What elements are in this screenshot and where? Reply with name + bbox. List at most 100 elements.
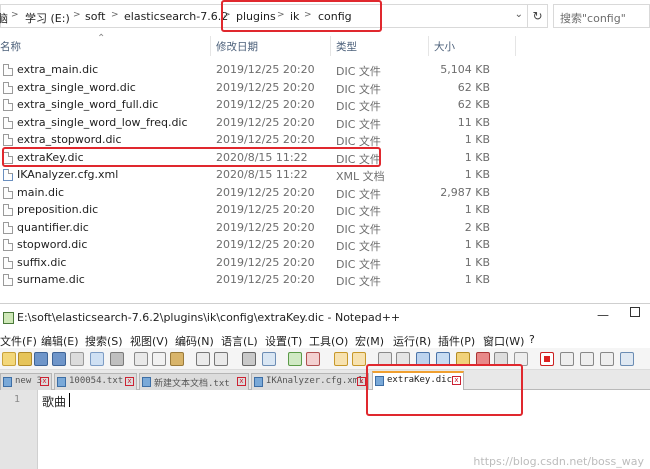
close-icon[interactable]: x	[237, 377, 246, 386]
file-size: 2 KB	[464, 220, 490, 234]
copy-icon[interactable]	[152, 352, 166, 366]
file-date: 2019/12/25 20:20	[216, 63, 315, 76]
close-icon[interactable]: x	[40, 377, 49, 386]
editor-line[interactable]: 歌曲	[42, 393, 66, 410]
save-icon[interactable]	[34, 352, 48, 366]
breadcrumb-separator-icon: >	[11, 10, 19, 20]
file-row[interactable]: IKAnalyzer.cfg.xml 2020/8/15 11:22 XML 文…	[0, 166, 650, 184]
menu-window[interactable]: 窗口(W)	[483, 333, 524, 349]
run-macro-multiple-icon[interactable]	[600, 352, 614, 366]
file-name: extra_single_word.dic	[17, 80, 136, 94]
menu-file[interactable]: 文件(F)	[0, 333, 37, 349]
tab-new-3[interactable]: new 3 x	[0, 373, 52, 390]
menu-tools[interactable]: 工具(O)	[309, 333, 348, 349]
file-tab-icon	[254, 377, 263, 387]
replace-icon[interactable]	[262, 352, 276, 366]
file-size: 1 KB	[464, 133, 490, 146]
record-macro-icon[interactable]	[540, 352, 554, 366]
menu-language[interactable]: 语言(L)	[221, 333, 258, 349]
file-row[interactable]: extra_single_word_low_freq.dic 2019/12/2…	[0, 114, 650, 132]
column-size[interactable]: 大小	[434, 39, 455, 54]
file-type: DIC 文件	[336, 222, 381, 236]
file-row[interactable]: stopword.dic 2019/12/25 20:20 DIC 文件 1 K…	[0, 236, 650, 254]
tab-100054[interactable]: 100054.txt x	[54, 373, 137, 390]
menu-search[interactable]: 搜索(S)	[85, 333, 123, 349]
file-icon	[3, 64, 13, 76]
cut-icon[interactable]	[134, 352, 148, 366]
menu-encoding[interactable]: 编码(N)	[175, 333, 214, 349]
column-divider[interactable]	[428, 36, 429, 56]
find-icon[interactable]	[242, 352, 256, 366]
open-folder-icon[interactable]	[18, 352, 32, 366]
breadcrumb-root[interactable]: 脑	[0, 10, 8, 26]
menu-run[interactable]: 运行(R)	[393, 333, 431, 349]
file-row[interactable]: quantifier.dic 2019/12/25 20:20 DIC 文件 2…	[0, 219, 650, 237]
file-row[interactable]: extra_single_word_full.dic 2019/12/25 20…	[0, 96, 650, 114]
breadcrumb-elasticsearch[interactable]: elasticsearch-7.6.2	[124, 10, 228, 23]
file-row[interactable]: extra_stopword.dic 2019/12/25 20:20 DIC …	[0, 131, 650, 149]
menu-macro[interactable]: 宏(M)	[355, 333, 384, 349]
tab-ikanalyzer-cfg[interactable]: IKAnalyzer.cfg.xml x	[251, 373, 369, 390]
stop-macro-icon[interactable]	[560, 352, 574, 366]
column-date[interactable]: 修改日期	[216, 39, 258, 54]
tab-bar: new 3 x 100054.txt x 新建文本文档.txt x IKAnal…	[0, 370, 650, 391]
breadcrumb-soft[interactable]: soft	[85, 10, 105, 23]
minimize-icon[interactable]: —	[597, 308, 609, 322]
tab-new-text-doc[interactable]: 新建文本文档.txt x	[139, 373, 249, 390]
file-icon	[3, 221, 13, 234]
window-title-bar[interactable]: E:\soft\elasticsearch-7.6.2\plugins\ik\c…	[0, 304, 650, 331]
menu-edit[interactable]: 编辑(E)	[41, 333, 79, 349]
menu-plugins[interactable]: 插件(P)	[438, 333, 475, 349]
text-caret	[69, 393, 70, 407]
menu-view[interactable]: 视图(V)	[130, 333, 168, 349]
breadcrumb-drive[interactable]: 学习 (E:)	[25, 10, 70, 26]
breadcrumb-separator-icon: >	[73, 10, 81, 20]
menu-settings[interactable]: 设置(T)	[265, 333, 302, 349]
zoom-in-icon[interactable]	[288, 352, 302, 366]
refresh-icon[interactable]: ↻	[528, 4, 548, 28]
print-icon[interactable]	[110, 352, 124, 366]
play-macro-icon[interactable]	[580, 352, 594, 366]
save-macro-icon[interactable]	[620, 352, 634, 366]
file-size: 11 KB	[457, 115, 490, 129]
column-divider[interactable]	[515, 36, 516, 56]
column-divider[interactable]	[330, 36, 331, 56]
paste-icon[interactable]	[170, 352, 184, 366]
undo-icon[interactable]	[196, 352, 210, 366]
close-all-icon[interactable]	[90, 352, 104, 366]
file-row[interactable]: surname.dic 2019/12/25 20:20 DIC 文件 1 KB	[0, 271, 650, 289]
save-all-icon[interactable]	[52, 352, 66, 366]
redo-icon[interactable]	[214, 352, 228, 366]
file-row[interactable]: suffix.dic 2019/12/25 20:20 DIC 文件 1 KB	[0, 254, 650, 272]
file-row[interactable]: preposition.dic 2019/12/25 20:20 DIC 文件 …	[0, 201, 650, 219]
close-icon[interactable]: x	[125, 377, 134, 386]
file-row[interactable]: extra_single_word.dic 2019/12/25 20:20 D…	[0, 79, 650, 97]
zoom-out-icon[interactable]	[306, 352, 320, 366]
column-type[interactable]: 类型	[336, 39, 357, 54]
file-row[interactable]: main.dic 2019/12/25 20:20 DIC 文件 2,987 K…	[0, 184, 650, 202]
close-icon[interactable]: x	[357, 377, 366, 386]
editor-area[interactable]: 1 歌曲 https://blog.csdn.net/boss_way	[0, 390, 650, 469]
menu-help[interactable]: ?	[529, 333, 535, 346]
sync-scroll-icon[interactable]	[334, 352, 348, 366]
sync-horizontal-icon[interactable]	[352, 352, 366, 366]
file-type: DIC 文件	[336, 65, 381, 78]
chevron-down-icon[interactable]: ⌄	[515, 9, 523, 20]
new-file-icon[interactable]	[2, 352, 16, 366]
annotation-highlight-file	[2, 147, 381, 167]
maximize-icon[interactable]	[630, 307, 640, 317]
file-name: stopword.dic	[17, 238, 88, 251]
file-row[interactable]: extra_main.dic 2019/12/25 20:20 DIC 文件 5…	[0, 61, 650, 79]
close-file-icon[interactable]	[70, 352, 84, 366]
file-date: 2019/12/25 20:20	[216, 133, 315, 146]
tab-label: new 3	[15, 376, 43, 386]
search-input[interactable]: 搜索"config"	[553, 4, 650, 28]
file-icon	[3, 256, 13, 269]
file-date: 2019/12/25 20:20	[216, 255, 315, 269]
file-name: extra_single_word_full.dic	[17, 98, 159, 111]
column-divider[interactable]	[210, 36, 211, 56]
column-name[interactable]: 名称	[0, 39, 21, 54]
file-type: DIC 文件	[336, 117, 381, 131]
file-date: 2019/12/25 20:20	[216, 203, 315, 216]
file-size: 1 KB	[464, 150, 490, 164]
